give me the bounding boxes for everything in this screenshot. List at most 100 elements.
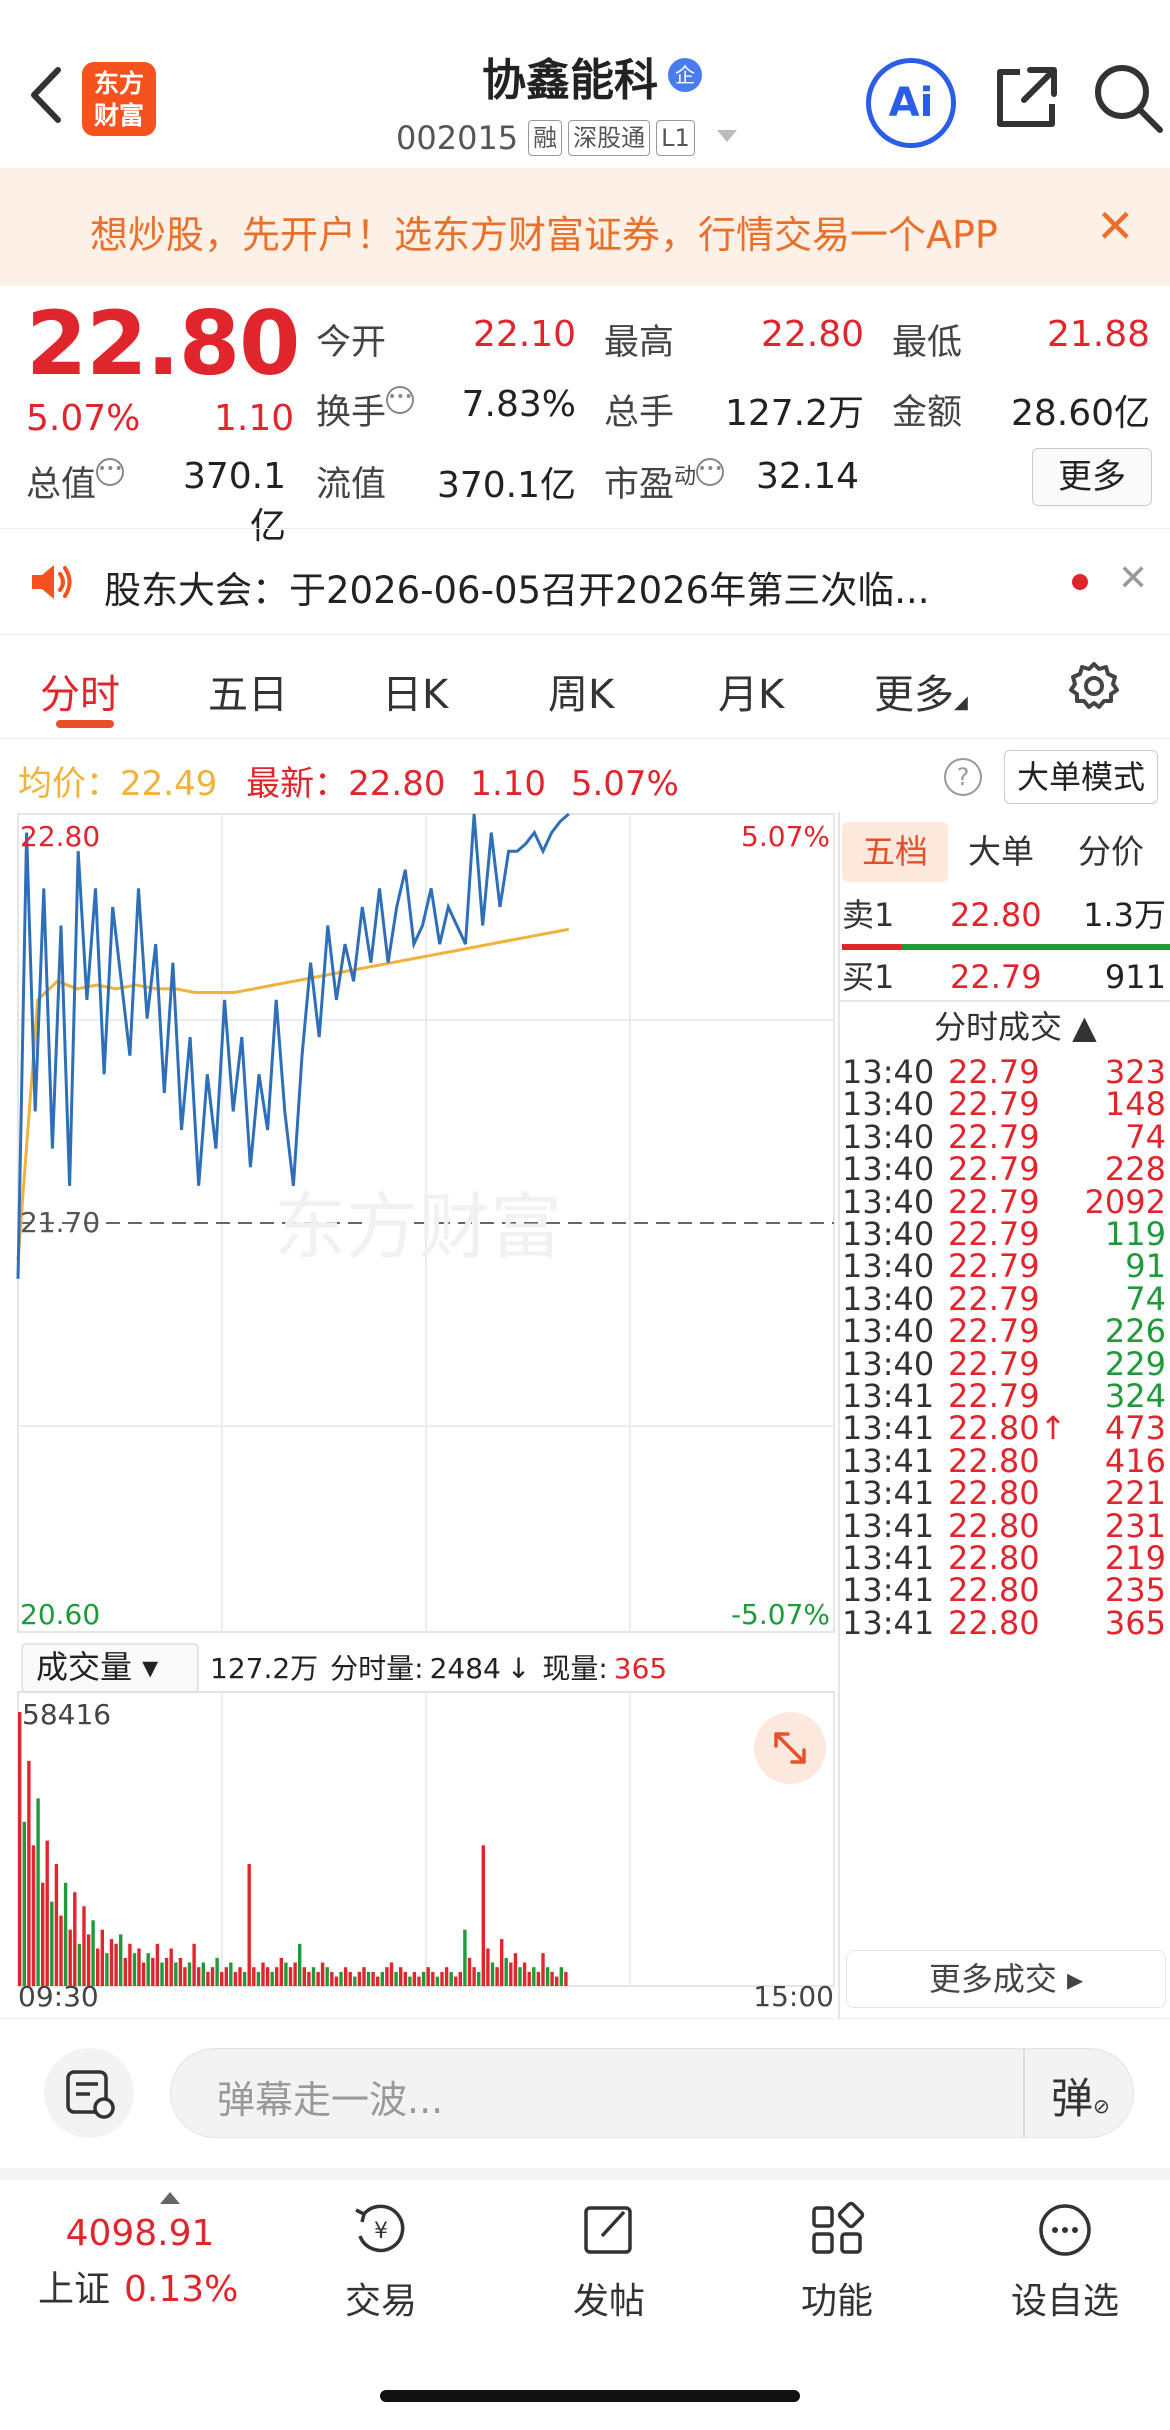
trade-row: 13:40 22.79 226 xyxy=(842,1315,1170,1347)
trade-time: 13:40 xyxy=(842,1117,935,1156)
search-icon[interactable] xyxy=(1090,60,1166,140)
big-order-mode-button[interactable]: 大单模式 xyxy=(1004,750,1158,804)
volume-bar xyxy=(265,1967,270,1986)
divider xyxy=(0,634,1170,635)
volume-bar xyxy=(31,1845,36,1986)
more-trades-button[interactable]: 更多成交 ▸ xyxy=(846,1950,1166,2008)
ai-assistant-button[interactable]: Ai xyxy=(866,58,956,148)
volume-bar xyxy=(247,1864,251,1986)
current-volume-value: 365 xyxy=(614,1652,667,1685)
change-percent: 5.07% xyxy=(26,398,141,439)
volume-bar xyxy=(114,1943,118,1986)
volume-bar xyxy=(302,1967,306,1986)
low-value: 21.88 xyxy=(1046,314,1150,355)
volume-bar xyxy=(417,1976,421,1986)
danmaku-input[interactable]: 弹幕走一波... 弹⊘ xyxy=(170,2048,1134,2138)
volume-bar xyxy=(293,1962,297,1986)
turnover-value: 7.83% xyxy=(461,384,576,425)
comment-list-icon[interactable] xyxy=(44,2048,134,2138)
info-dots-icon[interactable]: ••• xyxy=(96,458,125,486)
tab-five-day[interactable]: 五日 xyxy=(208,662,288,720)
volume-bar xyxy=(137,1948,141,1986)
danmaku-toggle-button[interactable]: 弹⊘ xyxy=(1051,2065,1110,2126)
dropdown-arrow-icon[interactable] xyxy=(715,128,739,148)
tab-intraday[interactable]: 分时 xyxy=(40,662,120,720)
volume-bars xyxy=(18,1712,568,1986)
tab-daily-k[interactable]: 日K xyxy=(382,662,448,720)
trades-header[interactable]: 分时成交 ▲ xyxy=(934,1004,1097,1050)
nav-functions-label: 功能 xyxy=(800,2281,873,2322)
trade-row: 13:41 22.80 221 xyxy=(842,1477,1170,1509)
volume-bar xyxy=(481,1845,485,1986)
amount-label: 金额 xyxy=(892,393,963,433)
buy1-label: 买1 xyxy=(842,958,895,996)
quote-more-button[interactable]: 更多 xyxy=(1032,448,1152,506)
nav-post[interactable]: 发帖 xyxy=(534,2200,684,2324)
tab-order-book[interactable]: 五档 xyxy=(842,822,948,882)
back-icon[interactable] xyxy=(22,60,72,130)
nav-functions[interactable]: 功能 xyxy=(762,2200,912,2324)
trade-price: 22.80 xyxy=(948,1506,1040,1545)
volume-bar xyxy=(36,1798,40,1986)
intraday-chart[interactable]: 东方财富 22.80 21.70 20.60 5.07% -5.07% 成交量 … xyxy=(0,812,838,2020)
volume-bar xyxy=(366,1971,371,1986)
volume-bar xyxy=(229,1962,233,1986)
notice-close-icon[interactable]: ✕ xyxy=(1118,558,1148,599)
nav-trade[interactable]: ¥ 交易 xyxy=(306,2200,456,2324)
volume-bar xyxy=(403,1971,407,1986)
trade-time: 13:41 xyxy=(842,1377,935,1415)
tab-price-distribution[interactable]: 分价 xyxy=(1078,822,1144,882)
volume-bar xyxy=(105,1953,109,1986)
sell1-volume: 1.3万 xyxy=(1083,896,1166,934)
info-dots-icon[interactable]: ••• xyxy=(696,458,725,486)
minute-volume-label: 分时量: xyxy=(330,1652,423,1685)
stock-code-row: 002015 融 深股通 L1 xyxy=(396,116,739,160)
banner-close-icon[interactable]: ✕ xyxy=(1096,203,1135,249)
volume-bar xyxy=(440,1971,444,1986)
volume-bar xyxy=(307,1971,311,1986)
notice-bar[interactable]: 股东大会：于2026-06-05召开2026年第三次临... ✕ xyxy=(0,530,1170,636)
tab-more[interactable]: 更多◢ xyxy=(874,662,968,720)
volume-bar xyxy=(426,1967,430,1986)
volume-bar xyxy=(320,1962,325,1986)
volume-bar xyxy=(504,1957,508,1986)
trade-price: 22.80 xyxy=(948,1539,1040,1577)
open-value: 22.10 xyxy=(472,314,576,355)
volume-bar xyxy=(261,1962,265,1986)
volume-bar xyxy=(550,1971,554,1986)
volume-bar xyxy=(100,1929,104,1986)
volume-bar xyxy=(353,1976,357,1986)
volume-bar xyxy=(178,1957,183,1986)
volume-bar xyxy=(45,1840,49,1986)
tab-big-orders[interactable]: 大单 xyxy=(968,822,1034,882)
promo-banner[interactable]: 想炒股，先开户！选东方财富证券，行情交易一个APP ✕ xyxy=(0,168,1170,286)
trade-price: 22.79 xyxy=(948,1279,1040,1318)
settings-gear-icon[interactable] xyxy=(1068,660,1120,716)
volume-bar xyxy=(63,1882,68,1986)
volume-bar xyxy=(380,1971,384,1986)
index-widget[interactable]: 4098.91 上证 0.13% xyxy=(20,2190,260,2312)
header: 东方 财富 协鑫能科 企 002015 融 深股通 L1 Ai xyxy=(0,0,1170,168)
tab-weekly-k[interactable]: 周K xyxy=(548,662,614,720)
trade-row: 13:41 22.79 324 xyxy=(842,1380,1170,1412)
info-dots-icon[interactable]: ••• xyxy=(386,386,415,414)
avg-value: 22.49 xyxy=(120,764,218,804)
trade-time: 13:40 xyxy=(842,1182,935,1221)
volume-bar xyxy=(288,1967,293,1986)
volume-bar xyxy=(298,1943,302,1986)
trade-row: 13:40 22.79 323 xyxy=(842,1056,1170,1088)
volume-bar xyxy=(27,1760,31,1986)
panel-divider xyxy=(838,812,840,2020)
nav-add-watchlist[interactable]: 设自选 xyxy=(990,2200,1140,2324)
volume-bar xyxy=(270,1971,274,1986)
volume-bar xyxy=(444,1967,449,1986)
help-icon[interactable]: ? xyxy=(944,758,982,796)
trade-time: 13:40 xyxy=(842,1215,935,1253)
trade-price: 22.79 xyxy=(948,1312,1040,1351)
tab-monthly-k[interactable]: 月K xyxy=(718,662,784,720)
volume-bar xyxy=(458,1971,462,1986)
trade-price: 22.79 xyxy=(948,1247,1040,1286)
share-icon[interactable] xyxy=(990,62,1062,138)
high-label: 最高 xyxy=(604,323,675,363)
volume-bar xyxy=(119,1934,123,1986)
